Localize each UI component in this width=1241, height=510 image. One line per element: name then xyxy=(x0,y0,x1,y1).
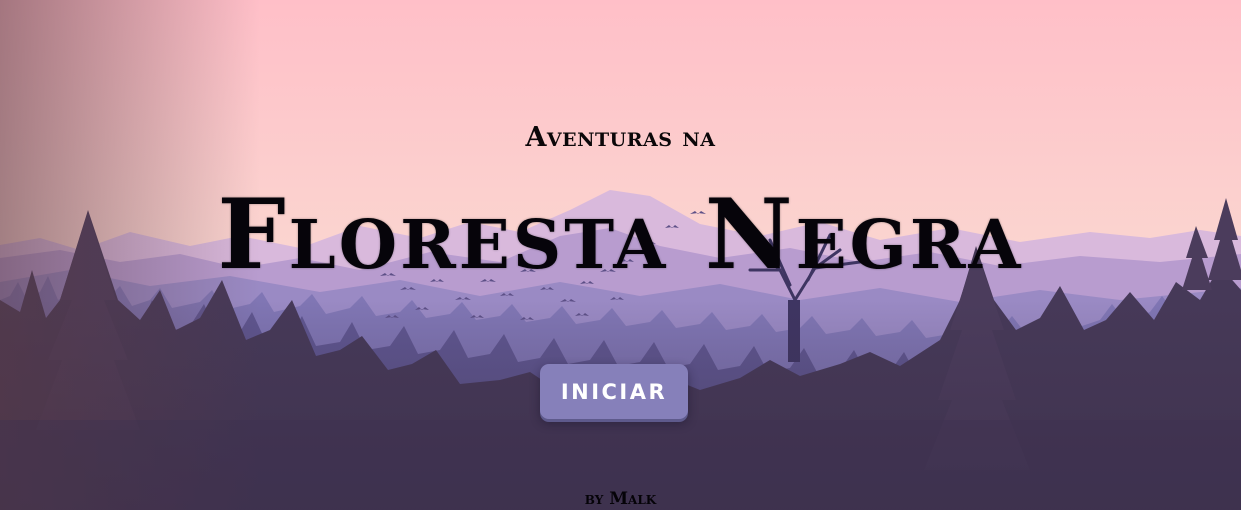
start-button[interactable]: INICIAR xyxy=(540,364,688,419)
author-credit: by Malk xyxy=(584,489,657,509)
game-title: Floresta Negra xyxy=(217,178,1024,291)
game-subtitle: Aventuras na xyxy=(525,122,716,153)
